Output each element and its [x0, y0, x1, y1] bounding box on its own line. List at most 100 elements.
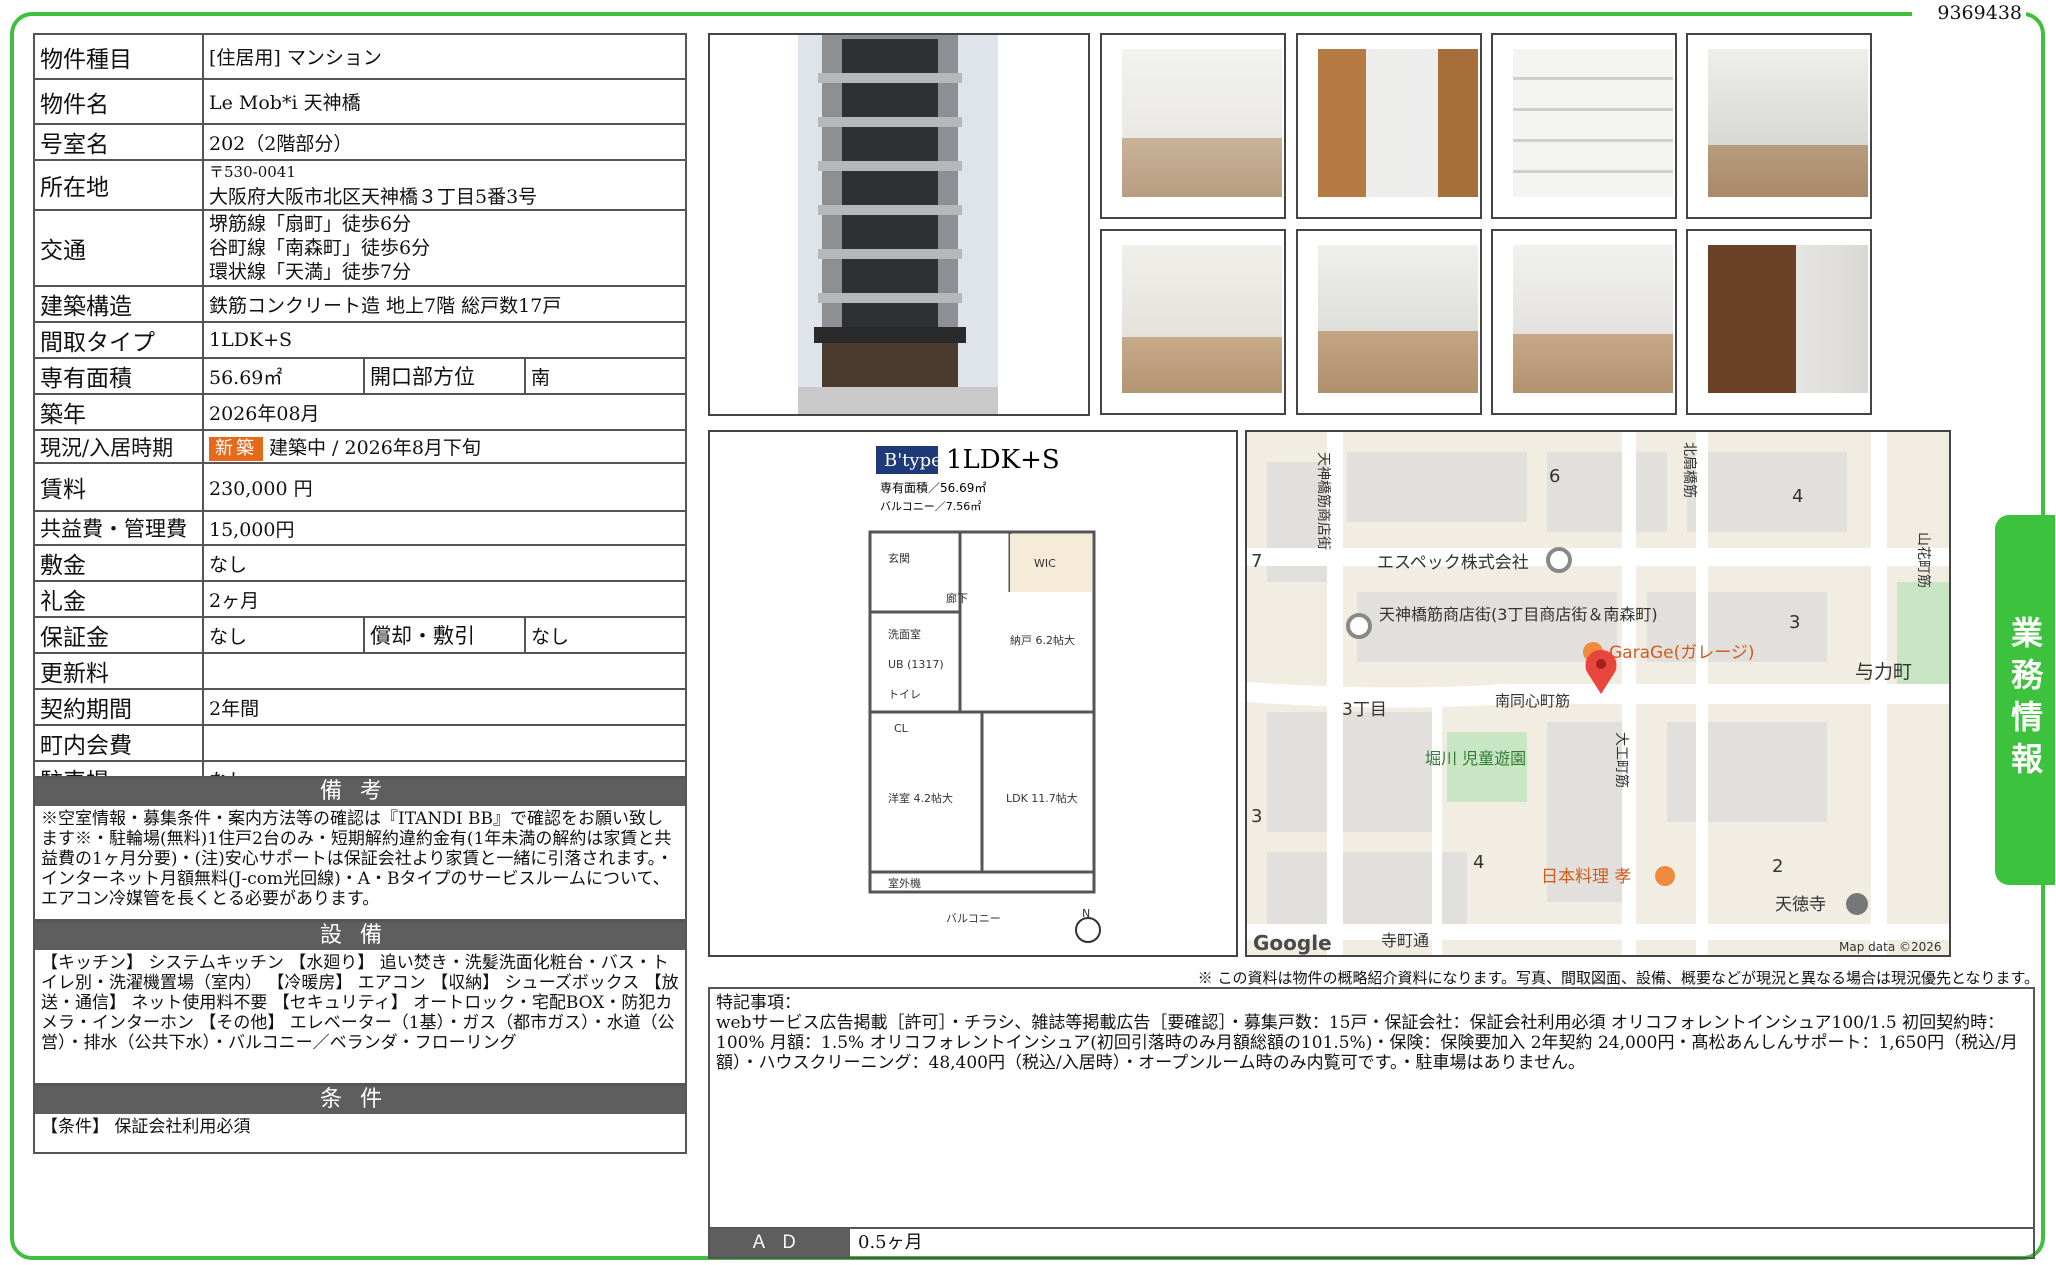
map-attribution: Map data ©2026: [1839, 940, 1942, 954]
map-label-teramachi: 寺町通: [1381, 931, 1429, 950]
compass-icon: [1075, 917, 1101, 943]
side-tab-business-info[interactable]: 業務情報: [1995, 515, 2055, 885]
transport-line: 谷町線「南森町」徒歩6分: [209, 237, 431, 259]
map-label-espec: エスペック株式会社: [1377, 553, 1529, 573]
label-name: 物件名: [33, 78, 204, 125]
room-image: [1513, 49, 1673, 197]
espec-pin-icon: [1546, 547, 1572, 573]
value-amortization: なし: [524, 616, 687, 654]
map-block-3-east: 3: [1789, 612, 1800, 633]
interior-photo-ldk[interactable]: [1100, 229, 1286, 415]
label-area: 専有面積: [33, 357, 204, 395]
status-text: 建築中 / 2026年8月下旬: [269, 436, 481, 459]
fp-area: 専有面積／56.69㎡: [880, 480, 986, 495]
label-room: 号室名: [33, 123, 204, 161]
temple-pin-icon: [1846, 893, 1868, 915]
row-address: 所在地 〒530-0041 大阪府大阪市北区天神橋３丁目5番3号: [33, 159, 687, 211]
map-label-kita-ogibashi: 北扇橋筋: [1681, 442, 1698, 498]
value-room: 202（2階部分）: [202, 123, 687, 161]
remarks-title: 特記事項：: [716, 993, 801, 1013]
interior-photo-room[interactable]: [1296, 229, 1482, 415]
row-deposit: 敷金 なし: [33, 544, 687, 582]
value-area: 56.69㎡: [202, 357, 365, 395]
label-built: 築年: [33, 393, 204, 431]
label-status: 現況/入居時期: [33, 429, 204, 464]
ad-row: ＡＤ 0.5ヶ月: [710, 1227, 2033, 1257]
room-image: [1318, 245, 1478, 393]
fp-room-bath: UB (1317): [888, 658, 944, 671]
special-remarks-section: 特記事項： webサービス広告掲載［許可］・チラシ、雑誌等掲載広告［要確認］・募…: [708, 987, 2035, 1259]
value-renewal: [202, 652, 687, 690]
floor-plan[interactable]: B'type 1LDK+S 専有面積／56.69㎡ バルコニー／7.56㎡ WI…: [708, 430, 1238, 957]
equipment-section: 設備 【キッチン】 システムキッチン 【水廻り】 追い焚き・洗髪洗面化粧台・バス…: [33, 920, 687, 1085]
transport-line: 堺筋線「扇町」徒歩6分: [209, 213, 412, 235]
google-logo: Google: [1253, 931, 1332, 955]
label-type: 物件種目: [33, 33, 204, 80]
fp-outdoor-unit: 室外機: [888, 876, 921, 890]
value-status: 新築 建築中 / 2026年8月下旬: [202, 429, 687, 464]
label-renewal: 更新料: [33, 652, 204, 690]
row-fee: 共益費・管理費 15,000円: [33, 510, 687, 546]
map-block-3-west: 3: [1251, 806, 1262, 827]
fp-corridor: 廊下: [946, 591, 968, 605]
fp-room-toilet: トイレ: [888, 688, 921, 701]
building-illustration: [710, 35, 1088, 414]
value-community: [202, 724, 687, 762]
label-deposit: 敷金: [33, 544, 204, 582]
map-block-7: 7: [1251, 551, 1262, 572]
map-block-4-south: 4: [1473, 852, 1484, 873]
label-community: 町内会費: [33, 724, 204, 762]
row-key-money: 礼金 2ヶ月: [33, 580, 687, 618]
ad-value: 0.5ヶ月: [858, 1232, 923, 1253]
label-structure: 建築構造: [33, 285, 204, 323]
location-map[interactable]: 6 4 7 3 3丁目 3 4 2 エスペック株式会社 天神橋筋商店街(3丁目商…: [1245, 430, 1951, 957]
map-label-tenjinbashi-suji: 天神橋筋商店街: [1315, 452, 1332, 550]
interior-photo-hallway[interactable]: [1296, 33, 1482, 219]
row-rent: 賃料 230,000 円: [33, 462, 687, 512]
map-label-tentokuji: 天徳寺: [1775, 895, 1826, 915]
value-fee: 15,000円: [202, 510, 687, 546]
notes-text: ※空室情報・募集条件・案内方法等の確認は『ITANDI BB』で確認をお願い致し…: [41, 809, 674, 909]
interior-photo-western-room[interactable]: [1686, 229, 1872, 415]
row-type: 物件種目 [住居用] マンション: [33, 33, 687, 80]
value-rent: 230,000 円: [202, 462, 687, 512]
row-guarantee: 保証金 なし 償却・敷引 なし: [33, 616, 687, 654]
fp-room-washroom: 洗面室: [888, 627, 921, 641]
fp-room-entrance: 玄関: [888, 551, 910, 565]
equipment-text: 【キッチン】 システムキッチン 【水廻り】 追い焚き・洗髪洗面化粧台・バス・トイ…: [41, 953, 679, 1053]
row-renewal: 更新料: [33, 652, 687, 690]
map-roads: 6 4 7 3 3丁目 3 4 2 エスペック株式会社 天神橋筋商店街(3丁目商…: [1247, 432, 1949, 955]
row-area: 専有面積 56.69㎡ 開口部方位 南: [33, 357, 687, 395]
value-built: 2026年08月: [202, 393, 687, 431]
map-label-garage: GaraGe(ガレージ): [1609, 643, 1755, 663]
row-community: 町内会費: [33, 724, 687, 762]
value-contract: 2年間: [202, 688, 687, 726]
interior-photo-closet[interactable]: [1491, 33, 1677, 219]
value-key-money: 2ヶ月: [202, 580, 687, 618]
value-direction: 南: [524, 357, 687, 395]
building-exterior-photo[interactable]: [708, 33, 1090, 416]
label-guarantee: 保証金: [33, 616, 204, 654]
map-label-shotengai: 天神橋筋商店街(3丁目商店街＆南森町): [1379, 605, 1658, 624]
room-image: [1318, 49, 1478, 197]
interior-photo-bedroom[interactable]: [1686, 33, 1872, 219]
address-text: 大阪府大阪市北区天神橋３丁目5番3号: [209, 186, 538, 208]
interior-photo-storage[interactable]: [1491, 229, 1677, 415]
row-built: 築年 2026年08月: [33, 393, 687, 431]
postal-code: 〒530-0041: [209, 163, 296, 181]
label-key-money: 礼金: [33, 580, 204, 618]
label-rent: 賃料: [33, 462, 204, 512]
fp-room-ldk: LDK 11.7帖大: [1006, 791, 1078, 805]
map-label-restaurant: 日本料理 孝: [1541, 867, 1631, 887]
fp-room-western: 洋室 4.2帖大: [888, 791, 953, 805]
row-room: 号室名 202（2階部分）: [33, 123, 687, 161]
fp-room-cl: CL: [894, 722, 909, 735]
label-fee: 共益費・管理費: [33, 510, 204, 546]
map-label-park: 堀川 児童遊園: [1425, 749, 1526, 768]
room-image: [1708, 245, 1868, 393]
disclaimer-notice: ※ この資料は物件の概略紹介資料になります。写真、間取図面、設備、概要などが現況…: [1197, 969, 2039, 987]
interior-photo-entrance[interactable]: [1100, 33, 1286, 219]
map-block-6: 6: [1549, 466, 1560, 487]
value-type: [住居用] マンション: [202, 33, 687, 80]
value-deposit: なし: [202, 544, 687, 582]
